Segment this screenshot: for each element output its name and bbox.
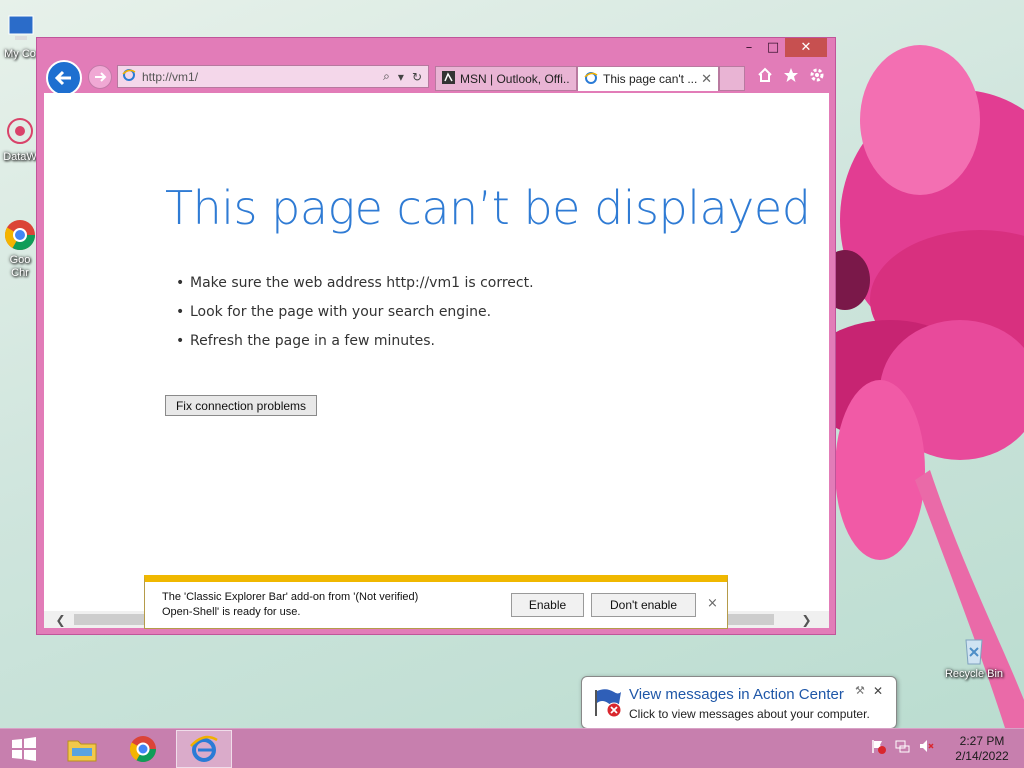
back-button[interactable] [46,60,82,96]
maximize-button[interactable]: □ [761,38,785,57]
home-icon[interactable] [757,66,773,84]
forward-arrow-icon [95,72,107,82]
balloon-body: Click to view messages about your comput… [629,707,870,721]
minimize-button[interactable]: – [737,38,761,57]
chrome-icon [3,218,37,252]
tab-label: This page can't ... [603,72,698,86]
action-center-flag-icon[interactable] [870,738,886,754]
balloon-close-icon[interactable]: ✕ [873,684,883,698]
address-bar[interactable]: http://vm1/ ⌕ ▾ ↻ [117,65,429,88]
pin-icon[interactable]: ⚒ [855,684,865,697]
browser-toolbar: http://vm1/ ⌕ ▾ ↻ MSN | Outlook, Offi...… [37,58,835,96]
favorites-star-icon[interactable] [783,66,799,84]
list-item: Look for the page with your search engin… [176,304,534,333]
enable-button[interactable]: Enable [511,593,584,617]
desktop-icon-label: Recycle Bin [944,668,1004,680]
balloon-title: View messages in Action Center [629,686,844,703]
tab-msn[interactable]: MSN | Outlook, Offi... [435,66,577,91]
ie-icon [190,735,218,762]
datawrapper-icon [3,115,37,149]
new-tab-button[interactable] [719,66,745,91]
desktop-icon-recycle-bin[interactable]: Recycle Bin [942,632,1006,681]
window-controls: – □ ✕ [737,38,827,58]
addon-notification-bar: The 'Classic Explorer Bar' add-on from '… [144,575,728,629]
fix-connection-button[interactable]: Fix connection problems [165,395,317,416]
system-tray [870,738,934,754]
tab-active[interactable]: This page can't ... ✕ [577,66,719,91]
clock-date: 2/14/2022 [955,749,1009,763]
notification-line: The 'Classic Explorer Bar' add-on from '… [162,591,419,603]
search-icon[interactable]: ⌕ [383,69,390,84]
ie-icon [122,67,136,86]
folder-icon [67,740,97,762]
taskbar-file-explorer[interactable] [58,730,106,768]
volume-muted-icon[interactable] [918,738,934,754]
page-title: This page can’t be displayed [165,181,811,235]
network-icon[interactable] [894,738,910,754]
chrome-icon [129,736,157,763]
tab-close-icon[interactable]: ✕ [701,71,712,87]
address-input[interactable]: http://vm1/ [142,70,383,84]
start-button[interactable] [2,730,46,768]
close-button[interactable]: ✕ [785,38,827,57]
msn-icon [442,70,455,87]
ie-window: – □ ✕ http://vm1/ ⌕ ▾ ↻ MSN | Outlook, O [36,37,836,635]
clock-time: 2:27 PM [959,734,1005,748]
tab-label: MSN | Outlook, Offi... [460,71,570,86]
scroll-left-icon[interactable]: ❮ [52,611,69,628]
action-center-balloon[interactable]: View messages in Action Center Click to … [581,676,897,739]
forward-button[interactable] [88,65,112,89]
computer-icon [3,12,37,46]
dont-enable-button[interactable]: Don't enable [591,593,696,617]
list-item: Make sure the web address http://vm1 is … [176,275,534,304]
taskbar-internet-explorer[interactable] [176,730,232,768]
suggestion-list: Make sure the web address http://vm1 is … [176,275,534,362]
notification-line: Open-Shell' is ready for use. [162,606,301,618]
scroll-right-icon[interactable]: ❯ [798,611,815,628]
taskbar-chrome[interactable] [119,730,167,768]
gear-icon[interactable] [809,66,825,84]
action-center-flag-icon [592,686,624,718]
page-content: This page can’t be displayed Make sure t… [44,93,829,628]
recycle-bin-icon [957,632,991,666]
refresh-icon[interactable]: ↻ [412,70,422,84]
taskbar-clock[interactable]: 2:27 PM 2/14/2022 [948,734,1016,764]
notification-text: The 'Classic Explorer Bar' add-on from '… [162,590,462,620]
dropdown-icon[interactable]: ▾ [398,70,404,84]
back-arrow-icon [54,70,71,86]
list-item: Refresh the page in a few minutes. [176,333,534,362]
windows-logo-icon [12,737,36,761]
taskbar: 2:27 PM 2/14/2022 [0,728,1024,768]
notification-close-icon[interactable]: × [707,596,718,611]
ie-icon [584,71,598,88]
